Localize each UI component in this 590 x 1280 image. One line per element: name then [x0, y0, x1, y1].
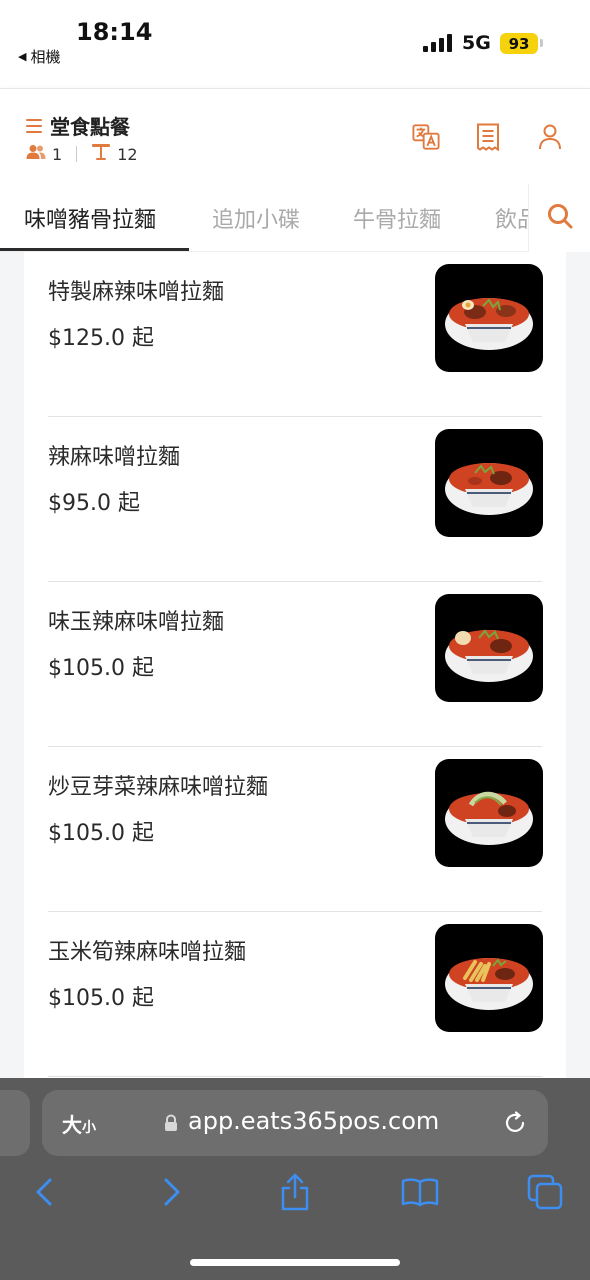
menu-item[interactable]: 辣麻味噌拉麵 $95.0 起: [48, 417, 543, 582]
item-name: 辣麻味噌拉麵: [48, 445, 181, 470]
menu-item[interactable]: 特製麻辣味噌拉麵 $125.0 起: [48, 252, 543, 417]
item-price: $105.0 起: [48, 821, 154, 846]
search-icon: [546, 202, 574, 234]
battery-icon: 93: [500, 33, 538, 54]
lock-icon: [164, 1114, 178, 1136]
battery-level: 93: [508, 34, 530, 53]
item-price: $105.0 起: [48, 986, 154, 1011]
receipt-icon[interactable]: [474, 123, 502, 151]
signal-icon: [423, 34, 452, 52]
book-icon: [401, 1177, 439, 1211]
menu-item[interactable]: 味玉辣麻味噌拉麵 $105.0 起: [48, 582, 543, 747]
ramen-photo[interactable]: [435, 924, 543, 1032]
bookmarks-button[interactable]: [400, 1174, 440, 1214]
text-size-button[interactable]: 大小: [62, 1109, 96, 1138]
back-to-camera-link[interactable]: ◀ 相機: [18, 46, 60, 67]
tab-miso-pork-ramen[interactable]: 味噌豬骨拉麵: [24, 184, 156, 252]
ramen-photo[interactable]: [435, 429, 543, 537]
tabs-scroll[interactable]: 味噌豬骨拉麵 追加小碟 牛骨拉麵 飲品: [0, 184, 528, 252]
item-name: 味玉辣麻味噌拉麵: [48, 610, 225, 635]
item-price: $95.0 起: [48, 491, 140, 516]
category-tabs: 味噌豬骨拉麵 追加小碟 牛骨拉麵 飲品: [0, 184, 590, 252]
meta-divider: [76, 146, 78, 162]
tabs-button[interactable]: [525, 1174, 565, 1214]
chevron-left-icon: [35, 1177, 53, 1211]
ramen-photo[interactable]: [435, 264, 543, 372]
user-icon[interactable]: [536, 123, 564, 151]
network-type: 5G: [462, 32, 491, 54]
tabs-icon: [527, 1174, 563, 1214]
ramen-photo[interactable]: [435, 759, 543, 867]
browser-toolbar: 大小 app.eats365pos.com: [0, 1078, 590, 1280]
item-price: $125.0 起: [48, 326, 154, 351]
app-header: 堂食點餐 1 12: [0, 88, 590, 184]
address-bar[interactable]: 大小 app.eats365pos.com: [42, 1090, 548, 1156]
chevron-right-icon: [163, 1177, 181, 1211]
header-actions: [412, 123, 564, 151]
back-label: 相機: [30, 48, 61, 66]
item-name: 炒豆芽菜辣麻味噌拉麵: [48, 775, 269, 800]
back-button[interactable]: [24, 1174, 64, 1214]
browser-nav: [0, 1173, 590, 1218]
previous-tab-stub[interactable]: [0, 1090, 30, 1156]
table-number: 12: [117, 144, 138, 164]
text-size-small: 小: [82, 1120, 96, 1136]
page-title: 堂食點餐: [50, 115, 130, 139]
share-button[interactable]: [275, 1173, 315, 1215]
tab-beef-bone-ramen[interactable]: 牛骨拉麵: [353, 184, 441, 252]
active-tab-indicator: [0, 248, 189, 251]
url-text: app.eats365pos.com: [188, 1107, 440, 1135]
table-icon: [91, 143, 111, 165]
back-triangle-icon: ◀: [18, 50, 27, 63]
text-size-big: 大: [62, 1113, 82, 1137]
search-button[interactable]: [528, 184, 590, 252]
tab-drinks[interactable]: 飲品: [495, 184, 528, 252]
menu-item[interactable]: 炒豆芽菜辣麻味噌拉麵 $105.0 起: [48, 747, 543, 912]
item-price: $105.0 起: [48, 656, 154, 681]
status-bar: 18:14 ◀ 相機 5G 93: [0, 0, 590, 88]
menu-icon[interactable]: [26, 118, 42, 133]
reload-icon[interactable]: [502, 1110, 528, 1140]
header-title-row[interactable]: 堂食點餐: [26, 111, 130, 140]
menu-item[interactable]: 玉米筍辣麻味噌拉麵 $105.0 起: [48, 912, 543, 1077]
status-time: 18:14: [76, 18, 153, 46]
translate-icon[interactable]: [412, 123, 440, 151]
tab-side-dishes[interactable]: 追加小碟: [212, 184, 300, 252]
forward-button[interactable]: [152, 1174, 192, 1214]
ramen-photo[interactable]: [435, 594, 543, 702]
home-indicator[interactable]: [190, 1259, 400, 1266]
menu-list: 特製麻辣味噌拉麵 $125.0 起 辣麻味噌拉麵 $95.0 起 味玉辣麻味噌拉…: [24, 252, 566, 1082]
item-name: 特製麻辣味噌拉麵: [48, 280, 225, 305]
share-icon: [280, 1173, 310, 1215]
table-info: 1 12: [26, 143, 138, 165]
guest-count: 1: [52, 144, 63, 164]
item-name: 玉米筍辣麻味噌拉麵: [48, 940, 247, 965]
guests-icon: [26, 144, 46, 164]
battery-tip: [540, 39, 543, 47]
